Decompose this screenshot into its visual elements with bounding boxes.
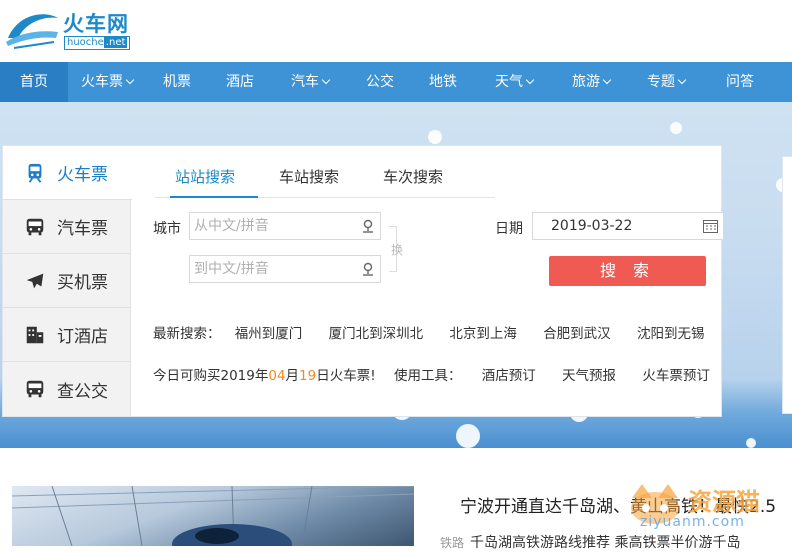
nav-label: 公交 [366, 74, 394, 90]
bus-icon [23, 377, 47, 401]
side-tab-label: 火车票 [57, 165, 108, 185]
notice-day: 19 [299, 368, 317, 384]
snow-dot [428, 130, 442, 144]
latest-search-link[interactable]: 福州到厦门 [235, 326, 303, 342]
news-tag[interactable]: 铁路 [440, 536, 464, 550]
city-label: 城市 [153, 221, 181, 237]
tools-label: 使用工具： [393, 368, 462, 384]
logo-domain-name: huoche [67, 37, 104, 48]
logo-domain: huoche .net [64, 36, 131, 50]
side-tab-bus[interactable]: 汽车票 [3, 200, 131, 254]
nav-label: 汽车 [291, 74, 319, 90]
tool-link-hotel[interactable]: 酒店预订 [482, 368, 536, 384]
search-button[interactable]: 搜 索 [549, 256, 706, 286]
side-tab-transit[interactable]: 查公交 [3, 362, 131, 416]
side-tab-label: 订酒店 [57, 327, 108, 347]
latest-searches: 最新搜索： 福州到厦门 厦门北到深圳北 北京到上海 合肥到武汉 沈阳到无锡 [153, 322, 726, 342]
nav-label: 地铁 [429, 74, 457, 90]
latest-searches-label: 最新搜索： [153, 326, 221, 342]
nav-item-train-tickets[interactable]: 火车票 [68, 62, 146, 102]
snow-dot [670, 122, 682, 134]
side-tab-label: 买机票 [57, 273, 108, 293]
watermark-text: 资源猫 [688, 488, 760, 516]
bus-icon [23, 215, 47, 239]
side-tab-label: 查公交 [57, 381, 108, 402]
nav-label: 酒店 [226, 74, 254, 90]
nav-item-hotels[interactable]: 酒店 [208, 62, 272, 102]
nav-item-qa[interactable]: 问答 [704, 62, 776, 102]
nav-label: 首页 [20, 74, 48, 90]
plane-icon [23, 269, 47, 293]
swap-cities-button[interactable]: 换 [389, 226, 403, 276]
chevron-down-icon [321, 75, 331, 85]
nav-item-travel[interactable]: 旅游 [554, 62, 628, 102]
news-image[interactable] [12, 486, 414, 546]
active-tab-indicator [170, 196, 258, 198]
nav-item-home[interactable]: 首页 [0, 62, 68, 102]
booking-notice: 今日可购买2019年04月19日火车票! [153, 368, 390, 384]
swap-label: 换 [391, 243, 404, 257]
latest-search-link[interactable]: 厦门北到深圳北 [329, 326, 424, 342]
train-logo-icon [6, 14, 58, 49]
chevron-down-icon [602, 75, 612, 85]
notice-month: 04 [268, 368, 286, 384]
chevron-down-icon [677, 75, 687, 85]
notice-prefix: 今日可购买2019年 [153, 368, 269, 384]
tab-train-number-search[interactable]: 车次搜索 [383, 166, 443, 187]
date-field[interactable]: 2019-03-22 [532, 212, 724, 240]
latest-search-link[interactable]: 合肥到武汉 [543, 326, 611, 342]
nav-item-flights[interactable]: 机票 [146, 62, 208, 102]
nav-label: 火车票 [81, 74, 123, 90]
nav-label: 问答 [726, 74, 754, 90]
service-tabs: 火车票 汽车票 买机票 订酒店 查公交 [3, 146, 132, 416]
search-panel: 火车票 汽车票 买机票 订酒店 查公交 站站搜索 车站搜索 车次搜索 城市 从中… [2, 145, 724, 417]
header: 火车网 huoche .net [0, 0, 792, 62]
tool-link-weather[interactable]: 天气预报 [562, 368, 616, 384]
from-city-input[interactable] [194, 213, 380, 239]
side-card-edge [782, 156, 792, 414]
calendar-icon[interactable] [703, 219, 718, 233]
notice-month-suffix: 月 [285, 368, 300, 384]
site-logo[interactable]: 火车网 huoche .net [4, 6, 144, 52]
to-city-input[interactable] [194, 256, 380, 282]
nav-item-subway[interactable]: 地铁 [412, 62, 474, 102]
nav-item-bus[interactable]: 汽车 [272, 62, 348, 102]
nav-item-transit[interactable]: 公交 [348, 62, 412, 102]
from-city-field [189, 212, 381, 240]
train-photo [12, 486, 414, 546]
nav-label: 旅游 [572, 74, 600, 90]
chevron-down-icon [125, 75, 135, 85]
tab-station-to-station[interactable]: 站站搜索 [175, 166, 235, 187]
hotel-icon [23, 323, 47, 347]
date-label: 日期 [495, 221, 523, 237]
main-nav: 首页 火车票 机票 酒店 汽车 公交 地铁 天气 旅游 专题 问答 [0, 62, 792, 102]
train-icon [23, 161, 47, 185]
tab-station-search[interactable]: 车站搜索 [279, 166, 339, 187]
nav-item-weather[interactable]: 天气 [474, 62, 554, 102]
snow-dot [746, 438, 756, 448]
location-pin-icon[interactable] [360, 218, 376, 234]
date-value: 2019-03-22 [551, 218, 633, 234]
to-city-field [189, 255, 381, 283]
notice-suffix: 日火车票! [316, 368, 376, 384]
tools-row: 今日可购买2019年04月19日火车票! 使用工具： 酒店预订 天气预报 火车票… [153, 364, 732, 384]
logo-title: 火车网 [63, 12, 129, 36]
side-tab-train[interactable]: 火车票 [3, 146, 132, 200]
side-tab-flight[interactable]: 买机票 [3, 254, 131, 308]
side-tab-hotel[interactable]: 订酒店 [3, 308, 131, 362]
side-tab-label: 汽车票 [57, 219, 108, 239]
watermark-url: ziyuanm.com [640, 514, 745, 530]
nav-label: 专题 [647, 74, 675, 90]
latest-search-link[interactable]: 北京到上海 [449, 326, 517, 342]
tool-link-train-booking[interactable]: 火车票预订 [642, 368, 710, 384]
latest-search-link[interactable]: 沈阳到无锡 [637, 326, 705, 342]
logo-domain-tld: .net [103, 37, 128, 48]
nav-item-topics[interactable]: 专题 [628, 62, 704, 102]
chevron-down-icon [525, 75, 535, 85]
location-pin-icon[interactable] [360, 261, 376, 277]
snow-dot [456, 424, 480, 448]
nav-label: 机票 [163, 74, 191, 90]
search-mode-tabs: 站站搜索 车站搜索 车次搜索 [155, 156, 495, 198]
nav-label: 天气 [495, 74, 523, 90]
